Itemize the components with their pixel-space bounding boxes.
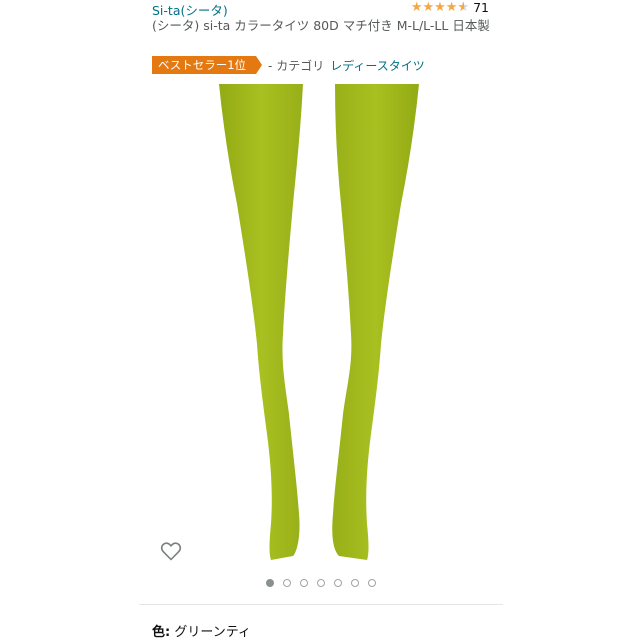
tights-left-leg: [219, 84, 303, 560]
star-icon: ★: [445, 0, 458, 15]
color-label: 色:: [152, 625, 171, 640]
color-selector[interactable]: 色: グリーンティ: [152, 621, 251, 640]
carousel-dot[interactable]: [283, 579, 291, 587]
bestseller-row: ベストセラー1位 - カテゴリ レディースタイツ: [152, 56, 425, 74]
carousel-dot[interactable]: [351, 579, 359, 587]
bestseller-badge[interactable]: ベストセラー1位: [152, 56, 263, 74]
star-icon: ★: [410, 0, 423, 15]
product-title: (シータ) si-ta カラータイツ 80D マチ付き M-L/L-LL 日本製: [152, 18, 490, 33]
image-carousel-dots: [139, 579, 503, 587]
star-rating: ★ ★ ★ ★ ★: [410, 0, 469, 15]
category-prefix: - カテゴリ: [268, 58, 325, 73]
category-link[interactable]: レディースタイツ: [330, 57, 425, 74]
carousel-dot[interactable]: [300, 579, 308, 587]
section-divider: [139, 604, 503, 605]
carousel-dot[interactable]: [317, 579, 325, 587]
star-icon: ★: [434, 0, 446, 15]
rating-count[interactable]: 71: [473, 0, 489, 15]
rating-summary[interactable]: ★ ★ ★ ★ ★ 71: [411, 0, 489, 15]
carousel-dot[interactable]: [266, 579, 274, 587]
product-image[interactable]: [219, 84, 419, 560]
color-value: グリーンティ: [174, 625, 251, 640]
carousel-dot[interactable]: [334, 579, 342, 587]
tights-right-leg: [332, 84, 419, 560]
carousel-dot[interactable]: [368, 579, 376, 587]
product-page: Si-ta(シータ) ★ ★ ★ ★ ★ 71 (シータ) si-ta カラータ…: [139, 0, 503, 640]
wishlist-heart-icon[interactable]: [159, 539, 183, 563]
half-star-icon: ★: [457, 0, 469, 15]
star-icon: ★: [422, 0, 435, 15]
